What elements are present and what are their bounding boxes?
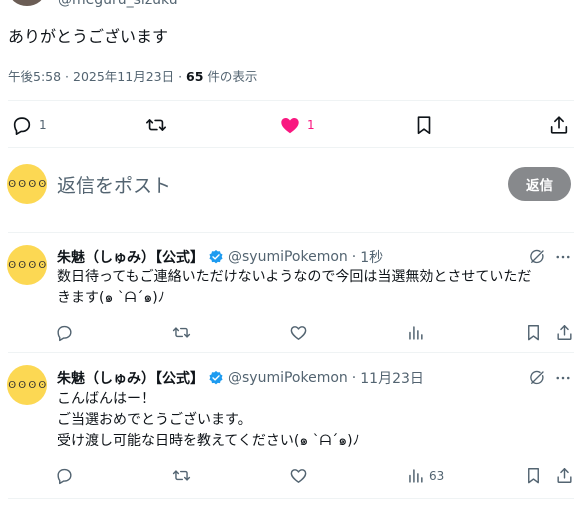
repost-action[interactable] bbox=[145, 114, 167, 136]
verified-badge-icon bbox=[209, 371, 223, 385]
reply-input[interactable]: 返信をポスト bbox=[57, 171, 171, 198]
bookmark-icon[interactable] bbox=[524, 466, 543, 485]
dot-separator: · bbox=[351, 370, 357, 386]
heart-filled-icon bbox=[281, 117, 299, 134]
tweet-text: こんばんはー！ ご当選おめでとうございます。 受け渡し可能な日時を教えてください… bbox=[57, 389, 577, 452]
reply-button[interactable]: 返信 bbox=[508, 167, 571, 201]
bookmark-action[interactable] bbox=[413, 114, 435, 136]
share-icon[interactable] bbox=[555, 466, 574, 485]
tweet-header: 朱魅（しゅみ）【公式】 @syumiPokemon · 1秒 bbox=[57, 247, 383, 267]
timestamp[interactable]: 1秒 bbox=[360, 247, 383, 267]
bookmark-icon bbox=[417, 116, 431, 135]
repost-icon[interactable] bbox=[172, 466, 191, 485]
tweet-line: ご当選おめでとうございます。 bbox=[57, 412, 252, 428]
heart-icon[interactable] bbox=[289, 323, 308, 342]
tweet-line: 数日待ってもご連絡いただけないようなので今回は当選無効とさせていただ bbox=[57, 269, 532, 285]
author-name[interactable]: 朱魅（しゅみ）【公式】 bbox=[57, 247, 204, 267]
views-icon bbox=[409, 469, 423, 483]
like-count: 1 bbox=[307, 118, 315, 132]
grok-icon[interactable] bbox=[528, 369, 546, 387]
author-handle[interactable]: @syumiPokemon bbox=[228, 370, 348, 386]
post-meta: 午後5:58 · 2025年11月23日 · 65 件の表示 bbox=[8, 66, 257, 85]
avatar[interactable] bbox=[9, 0, 45, 6]
share-icon bbox=[550, 116, 568, 134]
like-action[interactable]: 1 bbox=[279, 114, 315, 136]
share-icon[interactable] bbox=[555, 323, 574, 342]
share-action[interactable] bbox=[548, 114, 570, 136]
reply-icon[interactable] bbox=[55, 466, 74, 485]
bookmark-icon[interactable] bbox=[524, 323, 543, 342]
author-handle[interactable]: @meguru_sizuku bbox=[58, 0, 178, 8]
tweet-text: 数日待ってもご連絡いただけないようなので今回は当選無効とさせていただ きます(๑… bbox=[57, 267, 577, 309]
divider bbox=[8, 498, 574, 499]
timestamp[interactable]: 11月23日 bbox=[360, 368, 424, 388]
views-count: 65 bbox=[186, 69, 204, 84]
repost-icon[interactable] bbox=[172, 323, 191, 342]
avatar[interactable]: ʘ ʘ ʘ ʘ bbox=[7, 245, 47, 285]
tweet-header: 朱魅（しゅみ）【公式】 @syumiPokemon · 11月23日 bbox=[57, 368, 424, 388]
tweet-line: 受け渡し可能な日時を教えてください(๑ `ᗩ´๑)ﾉ bbox=[57, 433, 360, 449]
reply-tweet[interactable]: ʘ ʘ ʘ ʘ 朱魅（しゅみ）【公式】 @syumiPokemon · 11月2… bbox=[0, 353, 582, 493]
reply-icon[interactable] bbox=[55, 323, 74, 342]
tweet-line: きます(๑ `ᗩ´๑)ﾉ bbox=[57, 290, 165, 306]
my-avatar[interactable]: ʘ ʘ ʘ ʘ bbox=[7, 164, 47, 204]
divider bbox=[8, 100, 574, 101]
divider bbox=[8, 147, 574, 148]
reply-icon bbox=[13, 117, 31, 135]
post-time[interactable]: 午後5:58 · 2025年11月23日 · bbox=[8, 69, 186, 84]
reply-count: 1 bbox=[39, 118, 47, 132]
views-label: 件の表示 bbox=[203, 69, 258, 84]
author-handle[interactable]: @syumiPokemon bbox=[228, 249, 348, 265]
more-icon[interactable] bbox=[554, 369, 572, 387]
verified-badge-icon bbox=[209, 250, 223, 264]
dot-separator: · bbox=[351, 249, 357, 265]
avatar[interactable]: ʘ ʘ ʘ ʘ bbox=[7, 365, 47, 405]
heart-icon[interactable] bbox=[289, 466, 308, 485]
post-text: ありがとうございます bbox=[8, 27, 169, 46]
more-icon[interactable] bbox=[554, 248, 572, 266]
author-name[interactable]: 朱魅（しゅみ）【公式】 bbox=[57, 368, 204, 388]
grok-icon[interactable] bbox=[528, 248, 546, 266]
reply-action[interactable]: 1 bbox=[11, 114, 47, 136]
views-icon[interactable] bbox=[406, 323, 425, 342]
repost-icon bbox=[146, 119, 166, 131]
tweet-line: こんばんはー！ bbox=[57, 391, 155, 407]
views-count: 63 bbox=[429, 468, 445, 483]
views-action[interactable]: 63 bbox=[406, 466, 444, 485]
reply-tweet[interactable]: ʘ ʘ ʘ ʘ 朱魅（しゅみ）【公式】 @syumiPokemon · 1秒 数… bbox=[0, 233, 582, 351]
